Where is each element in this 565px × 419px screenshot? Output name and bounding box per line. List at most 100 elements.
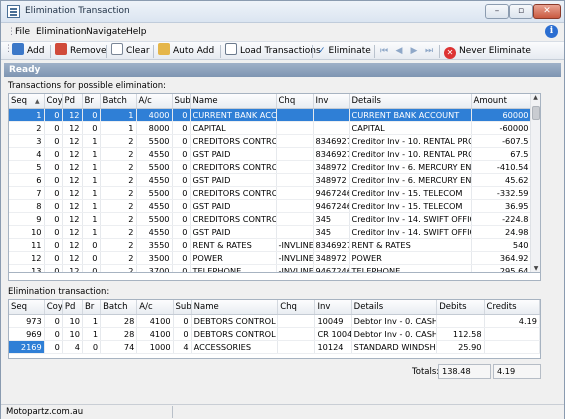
top-cell-a-c[interactable]: 4000 [136,108,173,122]
scroll-thumb[interactable] [532,106,540,120]
top-cell-inv[interactable]: 9467246 [313,264,350,272]
top-table-row[interactable]: 40121245500GST PAID83469273Creditor Inv … [9,147,532,161]
top-cell-pd[interactable]: 12 [62,264,83,272]
top-cell-a-c[interactable]: 5500 [136,134,173,148]
top-cell-inv[interactable]: 348972 [313,251,350,265]
top-cell-pd[interactable]: 12 [62,108,83,122]
top-table-row[interactable]: 110120235500RENT & RATES-INVLINE-8346927… [9,238,532,252]
top-cell-br[interactable]: 0 [82,108,101,122]
bottom-cell-br[interactable]: 1 [82,314,102,328]
minimize-icon[interactable]: – [485,4,509,19]
bottom-cell-batch[interactable]: 28 [100,314,138,328]
bottom-cell-seq[interactable]: 2169 [9,340,45,354]
scroll-up-icon[interactable]: ▲ [531,94,540,101]
top-table-row[interactable]: 2 0 12 0 1 8000 0 CAPITAL CAPITAL -60000 [9,121,532,135]
top-cell-amount[interactable]: 45.62 [471,173,532,187]
top-cell-br[interactable]: 1 [82,134,101,148]
top-table-row[interactable]: 9 0 12 1 2 5500 0 CREDITORS CONTROL 345 Creditor … [9,212,532,226]
top-cell-name[interactable]: RENT & RATES [190,238,277,252]
menu-elimination[interactable]: Elimination [36,27,86,37]
top-table-row[interactable]: 5 0 12 1 2 5500 0 CREDITORS CONTROL 348972 Credit… [9,160,532,174]
top-cell-details[interactable]: Creditor Inv - 6. MERCURY ENER [349,160,472,174]
top-cell-details[interactable]: CAPITAL [349,121,472,135]
top-cell-amount[interactable]: 36.95 [471,199,532,213]
top-cell-a-c[interactable]: 4550 [136,173,173,187]
bottom-header-credits[interactable]: Credits [484,300,540,315]
top-cell-batch[interactable]: 2 [100,173,137,187]
top-header-coy[interactable]: Coy [44,94,63,109]
top-cell-chq[interactable] [276,212,314,226]
clear-button[interactable]: Clear [111,43,150,59]
top-cell-batch[interactable]: 2 [100,147,137,161]
top-cell-batch[interactable]: 2 [100,251,137,265]
top-cell-details[interactable]: TELEPHONE [349,264,472,272]
top-cell-inv[interactable]: 348972 [313,160,350,174]
top-table-row[interactable]: 8 0 12 1 2 4550 0 GST PAID 9467246 Creditor Inv -… [9,199,532,213]
top-cell-pd[interactable]: 12 [62,238,83,252]
top-cell-br[interactable]: 1 [82,173,101,187]
top-header-name[interactable]: Name [190,94,277,109]
top-cell-seq[interactable]: 1 [9,108,45,122]
bottom-cell-coy[interactable]: 0 [44,327,63,341]
top-cell-sub[interactable]: 0 [172,225,191,239]
top-cell-pd[interactable]: 12 [62,160,83,174]
top-cell-name[interactable]: TELEPHONE [190,264,277,272]
top-cell-sub[interactable]: 0 [172,199,191,213]
bottom-header-batch[interactable]: Batch [100,300,138,315]
top-cell-chq[interactable]: -INVLINE- [276,238,314,252]
top-cell-sub[interactable]: 0 [172,160,191,174]
top-header-inv[interactable]: Inv [313,94,350,109]
top-table-row[interactable]: 13 0 12 0 2 3700 0 TELEPHONE -INVLINE- 9467246 TEL… [9,264,532,272]
top-cell-sub[interactable]: 0 [172,264,191,272]
top-cell-seq[interactable]: 5 [9,160,45,174]
top-cell-chq[interactable]: -INVLINE- [276,251,314,265]
top-cell-coy[interactable]: 0 [44,238,63,252]
top-cell-inv[interactable] [313,108,350,122]
top-cell-a-c[interactable]: 8000 [136,121,173,135]
top-cell-a-c[interactable]: 3500 [136,251,173,265]
top-cell-a-c[interactable]: 5500 [136,212,173,226]
top-cell-pd[interactable]: 12 [62,186,83,200]
top-cell-amount[interactable]: 60000 [471,108,532,122]
bottom-cell-pd[interactable]: 10 [62,327,83,341]
bottom-cell-inv[interactable]: CR 10042 [314,327,352,341]
top-cell-inv[interactable]: 345 [313,225,350,239]
top-cell-a-c[interactable]: 4550 [136,147,173,161]
top-cell-br[interactable]: 0 [82,121,101,135]
top-cell-details[interactable]: Creditor Inv - 10. RENTAL PROP [349,147,472,161]
top-cell-coy[interactable]: 0 [44,108,63,122]
elimination-grid[interactable]: Seq Coy Pd Br Batch A/c Sub Name Chq Inv Details De… [8,299,541,359]
top-cell-br[interactable]: 1 [82,225,101,239]
top-cell-coy[interactable]: 0 [44,134,63,148]
bottom-cell-credits[interactable] [484,327,540,341]
top-cell-pd[interactable]: 12 [62,212,83,226]
bottom-cell-batch[interactable]: 28 [100,327,138,341]
top-cell-coy[interactable]: 0 [44,199,63,213]
remove-button[interactable]: Remove [55,43,107,59]
close-icon[interactable]: ✕ [533,4,561,19]
bottom-cell-seq[interactable]: 969 [9,327,45,341]
transactions-grid[interactable]: Seq ▲ Coy Pd Br Batch A/c Sub Name Chq Inv Details A… [8,93,541,273]
next-record-icon[interactable]: ▶ [409,45,419,57]
bottom-header-details[interactable]: Details [351,300,438,315]
top-cell-sub[interactable]: 0 [172,251,191,265]
load-transactions-button[interactable]: Load Transactions [225,43,321,59]
top-table-row[interactable]: 1 0 12 0 1 4000 0 CURRENT BANK ACC... CURRENT BA… [9,108,532,122]
top-cell-pd[interactable]: 12 [62,225,83,239]
top-cell-batch[interactable]: 2 [100,225,137,239]
bottom-cell-batch[interactable]: 74 [100,340,138,354]
bottom-cell-chq[interactable] [277,340,316,354]
top-cell-chq[interactable] [276,160,314,174]
top-cell-details[interactable]: Creditor Inv - 6. MERCURY ENER [349,173,472,187]
top-cell-sub[interactable]: 0 [172,108,191,122]
bottom-header-debits[interactable]: Debits [436,300,485,315]
top-cell-br[interactable]: 0 [82,264,101,272]
top-cell-name[interactable]: CREDITORS CONTROL [190,186,277,200]
never-eliminate-button[interactable]: ✕ Never Eliminate [444,43,531,59]
top-cell-sub[interactable]: 0 [172,134,191,148]
bottom-header-seq[interactable]: Seq [9,300,45,315]
top-cell-name[interactable]: POWER [190,251,277,265]
top-cell-seq[interactable]: 12 [9,251,45,265]
top-cell-br[interactable]: 1 [82,160,101,174]
bottom-cell-details[interactable]: STANDARD WINDSHIELD [351,340,438,354]
